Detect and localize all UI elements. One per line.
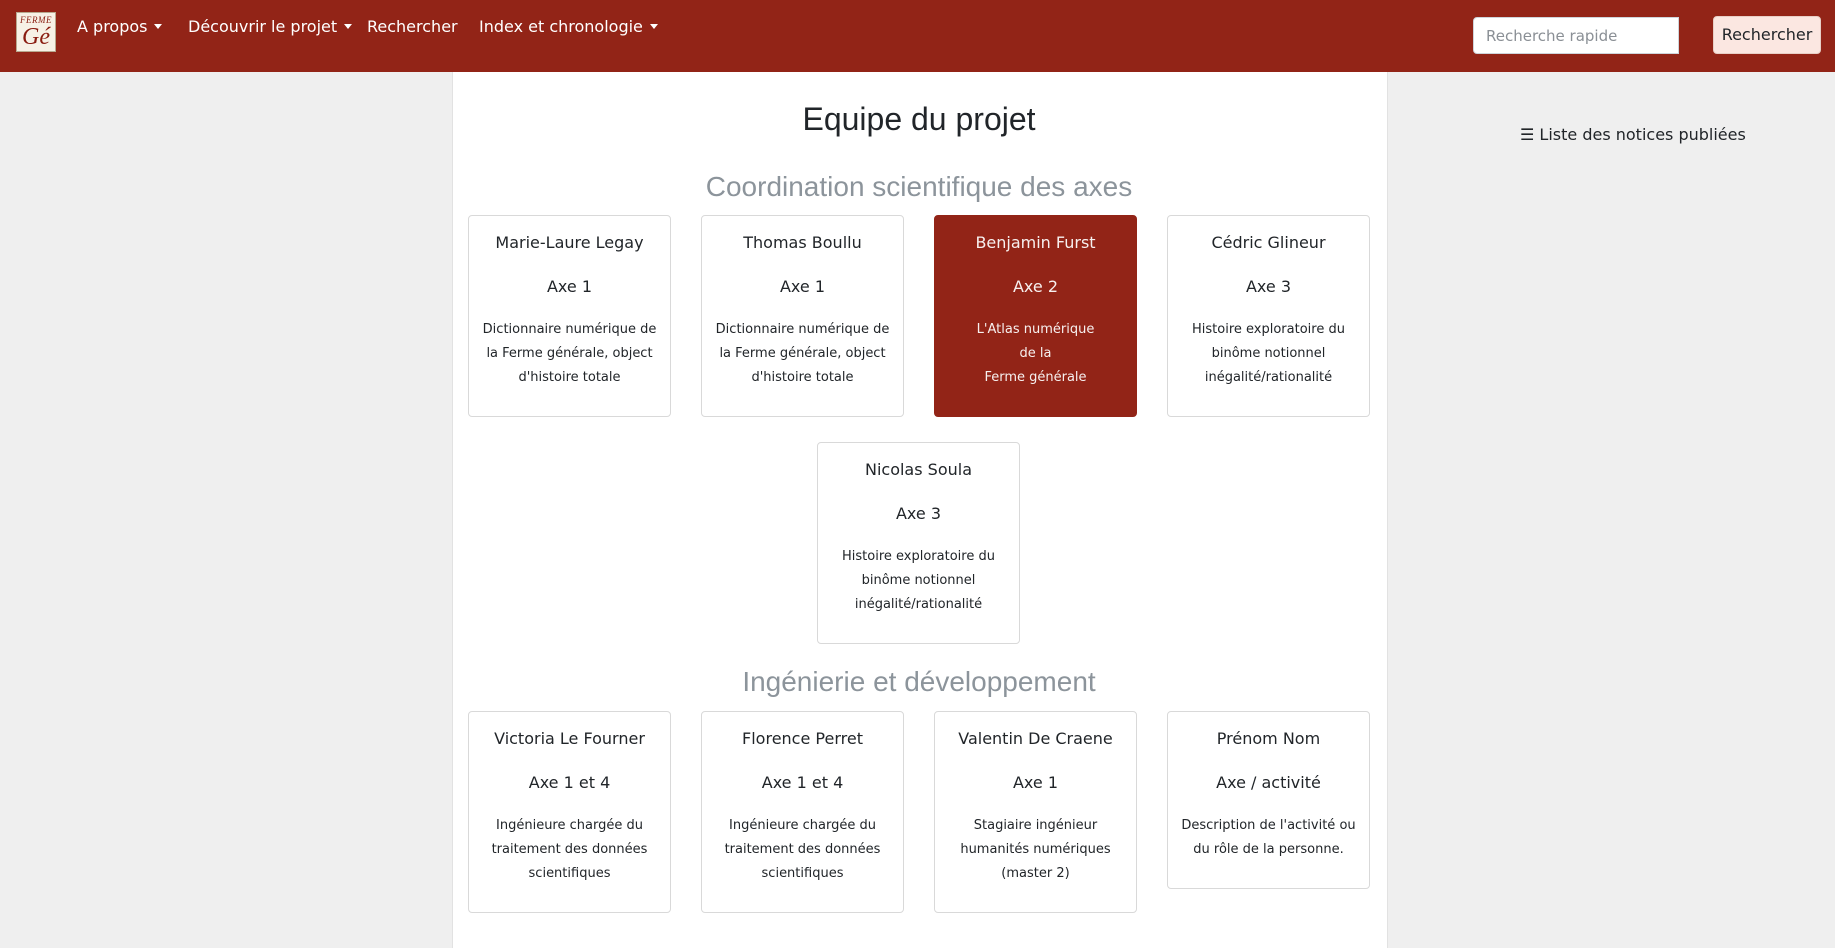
member-axis: Axe / activité: [1216, 773, 1321, 792]
member-axis: Axe 1: [779, 277, 826, 296]
member-card[interactable]: Nicolas Soula Axe 3 Histoire exploratoir…: [817, 442, 1020, 644]
member-description: Ingénieure chargée du traitement des don…: [491, 818, 648, 881]
member-name: Thomas Boullu: [743, 233, 862, 252]
member-description: Histoire exploratoire du binôme notionne…: [1192, 322, 1345, 385]
top-navbar: FERME Gé A propos Découvrir le projet Re…: [0, 0, 1835, 72]
member-card[interactable]: Florence Perret Axe 1 et 4 Ingénieure ch…: [701, 711, 904, 913]
nav-item-label: Index et chronologie: [479, 17, 643, 36]
section-title-coordination: Coordination scientifique des axes: [705, 171, 1133, 202]
member-name: Benjamin Furst: [975, 233, 1096, 252]
nav-item-index[interactable]: Index et chronologie: [479, 16, 658, 38]
member-axis: Axe 1: [1012, 773, 1059, 792]
published-notices-link[interactable]: ☰ Liste des notices publiées: [1520, 124, 1746, 146]
nav-item-label: A propos: [77, 17, 148, 36]
member-card[interactable]: Thomas Boullu Axe 1 Dictionnaire numériq…: [701, 215, 904, 417]
member-axis: Axe 3: [1245, 277, 1292, 296]
search-button[interactable]: Rechercher: [1713, 16, 1821, 54]
member-axis: Axe 2: [1012, 277, 1059, 296]
nav-item-a-propos[interactable]: A propos: [77, 16, 163, 38]
site-logo[interactable]: FERME Gé: [16, 12, 56, 52]
member-name: Cédric Glineur: [1211, 233, 1326, 252]
member-description: Description de l'activité ou du rôle de …: [1181, 818, 1356, 857]
caret-down-icon: [344, 24, 353, 29]
member-axis: Axe 1: [546, 277, 593, 296]
member-card[interactable]: Victoria Le Fourner Axe 1 et 4 Ingénieur…: [468, 711, 671, 913]
member-description: Dictionnaire numérique de la Ferme génér…: [482, 322, 657, 385]
member-description: Histoire exploratoire du binôme notionne…: [842, 549, 995, 612]
quick-search-input[interactable]: [1473, 17, 1679, 54]
nav-item-rechercher[interactable]: Rechercher: [367, 16, 458, 38]
member-card[interactable]: Valentin De Craene Axe 1 Stagiaire ingén…: [934, 711, 1137, 913]
member-name: Marie-Laure Legay: [495, 233, 644, 252]
member-card-highlighted[interactable]: Benjamin Furst Axe 2 L'Atlas numérique d…: [934, 215, 1137, 417]
member-name: Victoria Le Fourner: [494, 729, 645, 748]
member-card[interactable]: Cédric Glineur Axe 3 Histoire exploratoi…: [1167, 215, 1370, 417]
page-title: Equipe du projet: [802, 101, 1036, 137]
member-name: Florence Perret: [742, 729, 863, 748]
member-axis: Axe 1 et 4: [528, 773, 611, 792]
member-description: Dictionnaire numérique de la Ferme génér…: [715, 322, 890, 385]
member-description: Ingénieure chargée du traitement des don…: [724, 818, 881, 881]
member-card[interactable]: Prénom Nom Axe / activité Description de…: [1167, 711, 1370, 889]
member-axis: Axe 1 et 4: [761, 773, 844, 792]
member-description: L'Atlas numérique de la Ferme générale: [976, 322, 1095, 385]
caret-down-icon: [649, 24, 658, 29]
section-title-ingenierie: Ingénierie et développement: [742, 666, 1096, 697]
member-description: Stagiaire ingénieur humanités numériques…: [960, 818, 1111, 881]
member-card[interactable]: Marie-Laure Legay Axe 1 Dictionnaire num…: [468, 215, 671, 417]
member-name: Prénom Nom: [1216, 729, 1321, 748]
nav-item-label: Rechercher: [367, 17, 458, 36]
member-name: Valentin De Craene: [958, 729, 1113, 748]
caret-down-icon: [154, 24, 163, 29]
member-axis: Axe 3: [895, 504, 942, 523]
member-name: Nicolas Soula: [864, 460, 972, 479]
nav-item-label: Découvrir le projet: [188, 17, 338, 36]
logo-line2: Gé: [22, 24, 50, 50]
nav-item-decouvrir[interactable]: Découvrir le projet: [188, 16, 353, 38]
